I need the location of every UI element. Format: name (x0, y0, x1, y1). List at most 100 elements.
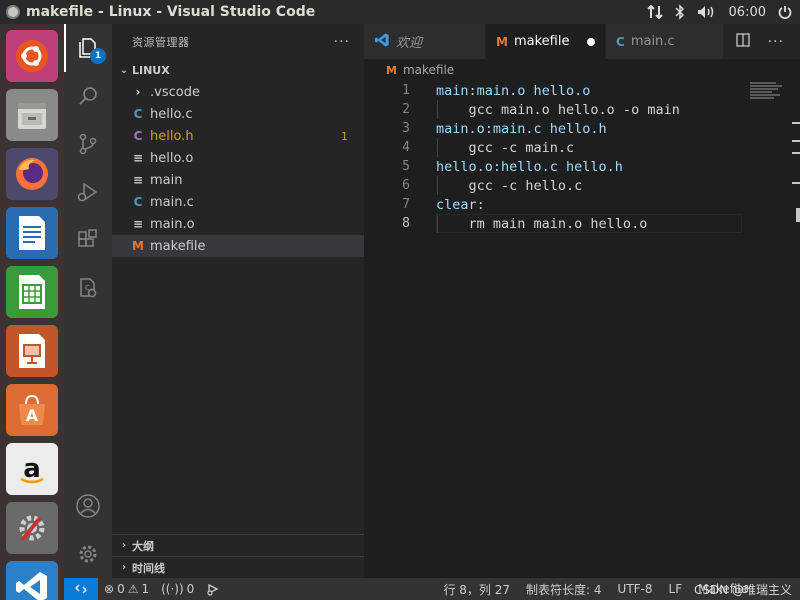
file-tree-item[interactable]: Cmain.c (112, 191, 364, 213)
system-top-bar: makefile - Linux - Visual Studio Code 06… (0, 0, 800, 24)
overview-ruler[interactable] (790, 82, 800, 282)
extensions-icon[interactable] (64, 216, 112, 264)
broadcast-icon: ((·)) (161, 582, 184, 596)
line-number: 3 (402, 121, 410, 136)
explorer-sidebar: 资源管理器 ··· ⌄ LINUX › .vscode Chello.c Chello… (112, 24, 364, 578)
outline-label: 大纲 (132, 539, 154, 553)
code-line[interactable]: 1 main:main.o hello.o (364, 81, 800, 100)
line-number: 8 (402, 216, 410, 231)
code-line[interactable]: 7 clear: (364, 195, 800, 214)
file-tree-item[interactable]: ≡ main.o (112, 213, 364, 235)
ruler-marker (792, 140, 800, 142)
code-line[interactable]: 3 main.o:main.c hello.h (364, 119, 800, 138)
status-bar: ⊗ 0 ⚠ 1 ((·)) 0 行 8，列 27 制表符长度: 4 UTF-8 … (64, 578, 800, 600)
file-tree: › .vscode Chello.c Chello.h 1 ≡ hello.o ≡ main Cm… (112, 81, 364, 257)
code-text: gcc -c hello.c (436, 177, 583, 194)
encoding[interactable]: UTF-8 (610, 582, 661, 596)
calc-icon[interactable] (6, 266, 58, 318)
binary-file-icon: ≡ (132, 151, 144, 165)
code-text: main.o:main.c hello.h (436, 120, 607, 137)
live-share-icon[interactable] (200, 582, 226, 596)
makefile-icon: M (132, 239, 144, 253)
code-text: gcc -c main.c (436, 139, 575, 156)
tab-label: makefile (513, 34, 570, 49)
volume-icon[interactable] (697, 5, 717, 19)
problem-count-badge: 1 (341, 129, 348, 143)
outline-section-header[interactable]: › 大纲 (112, 534, 364, 556)
unsaved-dot-icon[interactable] (587, 37, 595, 46)
activity-bar: 1 C (64, 24, 112, 578)
tab-main-c[interactable]: C main.c (606, 24, 724, 59)
cursor-position[interactable]: 行 8，列 27 (435, 581, 518, 598)
c-file-icon: C (133, 107, 143, 121)
file-tree-item[interactable]: Chello.c (112, 103, 364, 125)
watermark: CSDN @唯瑞主义 (693, 583, 792, 597)
line-number: 7 (402, 197, 410, 212)
remote-indicator[interactable] (64, 578, 98, 600)
remote-explorer-icon[interactable]: C (64, 264, 112, 312)
network-icon[interactable] (646, 5, 663, 19)
binary-file-icon: ≡ (132, 173, 144, 187)
current-line-highlight (436, 214, 742, 233)
ruler-marker (792, 182, 800, 184)
chevron-down-icon: ⌄ (119, 64, 129, 76)
run-debug-icon[interactable] (64, 168, 112, 216)
window-close-button[interactable] (6, 5, 20, 19)
tab-makefile[interactable]: M makefile (486, 24, 606, 59)
power-icon[interactable] (778, 5, 792, 19)
code-line[interactable]: 5 hello.o:hello.c hello.h (364, 157, 800, 176)
header-file-icon: C (133, 129, 143, 143)
more-actions-button[interactable]: ··· (334, 34, 350, 50)
active-indicator (64, 24, 66, 72)
eol[interactable]: LF (661, 582, 691, 596)
amazon-icon[interactable]: a (6, 443, 58, 495)
indent-guide (437, 176, 438, 195)
tab-welcome[interactable]: 欢迎 (364, 24, 486, 59)
firefox-icon[interactable] (6, 148, 58, 200)
software-icon[interactable]: A (6, 384, 58, 436)
line-number: 2 (402, 102, 410, 117)
files-icon[interactable] (6, 89, 58, 141)
writer-icon[interactable] (6, 207, 58, 259)
split-editor-icon[interactable] (735, 32, 750, 51)
clock[interactable]: 06:00 (729, 5, 766, 20)
account-icon[interactable] (64, 482, 112, 530)
more-actions-icon[interactable]: ··· (768, 34, 784, 50)
file-tree-item[interactable]: Chello.h 1 (112, 125, 364, 147)
explorer-icon[interactable]: 1 (64, 24, 112, 72)
bluetooth-icon[interactable] (675, 4, 685, 20)
ubuntu-icon[interactable] (6, 30, 58, 82)
breadcrumb-file: makefile (402, 63, 455, 77)
impress-icon[interactable] (6, 325, 58, 377)
search-icon[interactable] (64, 72, 112, 120)
ports-indicator[interactable]: ((·)) 0 (155, 582, 200, 596)
code-line[interactable]: 2 gcc main.o hello.o -o main (364, 100, 800, 119)
settings-icon[interactable] (6, 502, 58, 554)
vscode-icon[interactable] (6, 561, 58, 600)
file-tree-item[interactable]: Mmakefile (112, 235, 364, 257)
manage-gear-icon[interactable] (64, 530, 112, 578)
breadcrumb[interactable]: M makefile (364, 59, 800, 81)
file-label: hello.o (150, 150, 194, 166)
sidebar-header: 资源管理器 ··· (112, 24, 364, 59)
code-line[interactable]: 8 rm main main.o hello.o (364, 214, 800, 233)
binary-file-icon: ≡ (132, 217, 144, 231)
chevron-right-icon: › (121, 562, 127, 573)
code-line[interactable]: 4 gcc -c main.c (364, 138, 800, 157)
svg-text:A: A (26, 406, 39, 425)
code-line[interactable]: 6 gcc -c hello.c (364, 176, 800, 195)
vscode-logo-icon (374, 32, 390, 51)
minimap[interactable] (750, 82, 786, 102)
indent-guide (437, 214, 438, 233)
code-editor[interactable]: 1 main:main.o hello.o 2 gcc main.o hello.o… (364, 81, 800, 233)
source-control-icon[interactable] (64, 120, 112, 168)
file-tree-item[interactable]: ≡ main (112, 169, 364, 191)
problems-indicator[interactable]: ⊗ 0 ⚠ 1 (98, 582, 155, 596)
file-tree-item[interactable]: ≡ hello.o (112, 147, 364, 169)
c-file-icon: C (133, 195, 143, 209)
folder-section-header[interactable]: ⌄ LINUX (112, 59, 364, 81)
tab-size[interactable]: 制表符长度: 4 (518, 581, 610, 598)
timeline-section-header[interactable]: › 时间线 (112, 556, 364, 578)
file-tree-item[interactable]: › .vscode (112, 81, 364, 103)
ports-count: 0 (186, 582, 195, 596)
